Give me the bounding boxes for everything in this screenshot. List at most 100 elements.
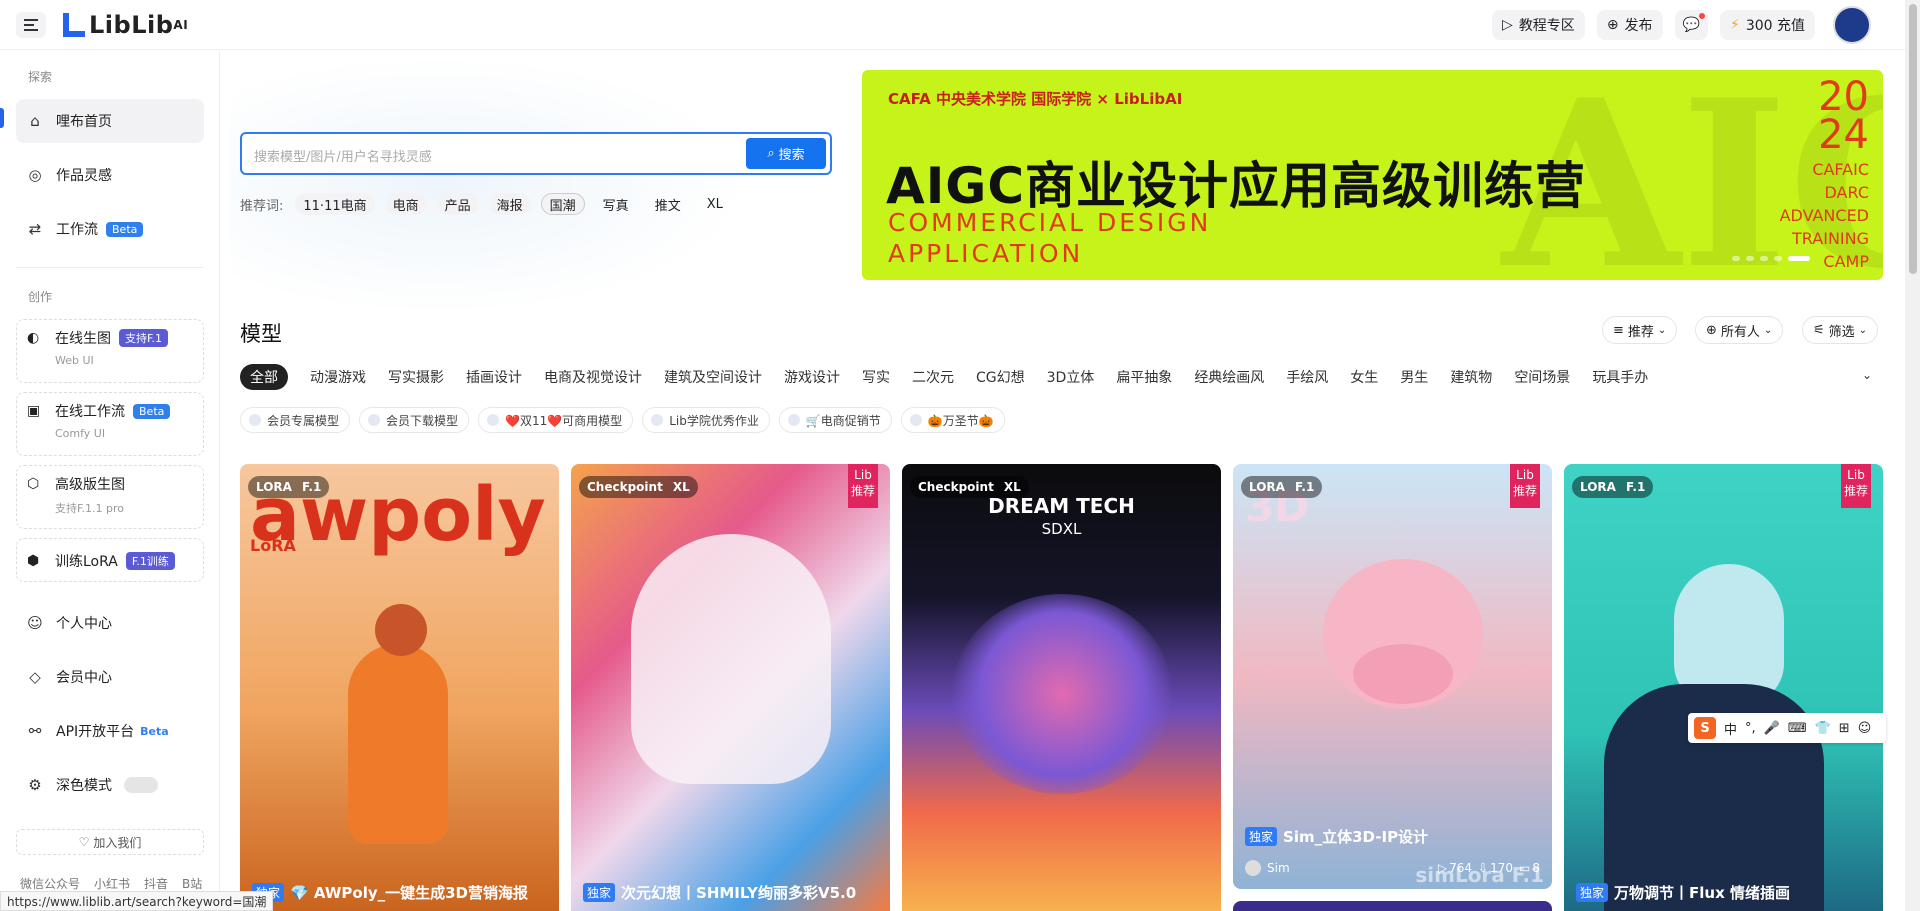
rec-word[interactable]: 国潮 [540,193,585,215]
card-badge: Beta [133,403,171,419]
ime-toolbar[interactable]: S 中 °, 🎤 ⌨ 👕 ⊞ ☺ [1688,713,1886,743]
join-us-button[interactable]: ♡ 加入我们 [16,829,204,855]
tab-category[interactable]: 二次元 [912,367,954,387]
model-card[interactable]: awpoly LoRA LORAF.1 独家💎 AWPoly_一键生成3D营销海… [240,464,559,911]
tab-category[interactable]: 建筑物 [1450,367,1492,387]
rec-word[interactable]: 11·11电商 [295,193,375,215]
model-card-next[interactable] [1233,901,1552,911]
keyboard-icon[interactable]: ⌨ [1788,721,1807,736]
sidebar-item-workflow[interactable]: ⇄ 工作流 Beta [16,207,204,251]
tab-category[interactable]: 扁平抽象 [1116,367,1172,387]
scrollbar[interactable] [1905,0,1920,911]
tab-category[interactable]: 写实摄影 [388,367,444,387]
category-tabs: 全部 动漫游戏 写实摄影 插画设计 电商及视觉设计 建筑及空间设计 游戏设计 写… [240,364,1670,390]
carousel-dot[interactable] [1732,256,1740,261]
tab-category[interactable]: CG幻想 [976,367,1025,387]
footer-link-xiaohongshu[interactable]: 小红书 [94,875,130,892]
owner-dropdown[interactable]: ⊕ 所有人 ⌄ [1695,316,1784,344]
tab-category[interactable]: 游戏设计 [784,367,840,387]
model-card[interactable]: LORA F.1 Lib 推荐 独家 万物调节丨Flux 情绪插画 [1564,464,1883,911]
carousel-dot[interactable] [1760,256,1768,261]
rec-word[interactable]: 产品 [436,193,479,215]
message-button[interactable]: 💬 [1674,10,1708,40]
tab-category[interactable]: 男生 [1400,367,1428,387]
sidebar-item-dark-mode[interactable]: ⚙ 深色模式 [16,763,204,807]
footer-link-wechat[interactable]: 微信公众号 [20,875,80,892]
sidebar-card-train-lora[interactable]: ⬢ 训练LoRA F.1训练 [16,538,204,582]
carousel-dots[interactable] [1732,256,1810,261]
footer-link-bilibili[interactable]: B站 [182,875,202,892]
avatar[interactable] [1833,6,1871,44]
recharge-button[interactable]: ⚡ 300 充值 [1719,10,1815,40]
logo[interactable]: LibLib AI [63,10,188,40]
search-button[interactable]: ⌕ 搜索 [746,138,826,169]
sidebar-item-home[interactable]: ⌂ 哩布首页 [16,99,204,143]
tutorial-button[interactable]: ▷ 教程专区 [1492,10,1585,40]
tab-category[interactable]: 经典绘画风 [1194,367,1264,387]
tab-category[interactable]: 写实 [862,367,890,387]
sidebar-card-online-image[interactable]: ◐ 在线生图 支持F.1 Web UI [16,319,204,383]
microphone-icon[interactable]: 🎤 [1764,721,1780,736]
sidebar-item-member[interactable]: ◇ 会员中心 [16,655,204,699]
card-type: Checkpoint [587,480,663,494]
tab-category[interactable]: 动漫游戏 [310,367,366,387]
special-tag[interactable]: ❤️双11❤️可商用模型 [478,407,634,433]
promo-banner[interactable]: AIGC CAFA 中央美术学院 国际学院 × LibLibAI AIGC商业设… [862,70,1883,280]
tab-category[interactable]: 全部 [240,364,288,390]
carousel-dot-active[interactable] [1788,256,1810,261]
sort-dropdown[interactable]: ≡ 推荐 ⌄ [1602,316,1678,344]
dark-mode-toggle[interactable] [124,777,158,793]
owner-label: 所有人 [1720,324,1760,340]
footer-link-douyin[interactable]: 抖音 [144,875,168,892]
special-tag[interactable]: Lib学院优秀作业 [642,407,770,433]
grid-icon[interactable]: ⊞ [1839,721,1850,736]
filter-label: 筛选 [1828,324,1855,340]
carousel-dot[interactable] [1746,256,1754,261]
sidebar-item-api[interactable]: ⚯ API开放平台 Beta [16,709,204,753]
tab-category[interactable]: 玩具手办 [1592,367,1648,387]
sidebar-card-online-workflow[interactable]: ▣ 在线工作流 Beta Comfy UI [16,392,204,456]
special-tag[interactable]: 🛒电商促销节 [778,407,892,433]
emoji-icon[interactable]: ☺ [1858,721,1872,736]
tab-category[interactable]: 女生 [1350,367,1378,387]
rec-word[interactable]: 推文 [647,193,689,215]
rec-word[interactable]: 电商 [384,193,427,215]
sidebar-item-inspiration[interactable]: ◎ 作品灵感 [16,153,204,197]
special-tag[interactable]: 🎃万圣节🎃 [900,407,1005,433]
special-tag[interactable]: 会员下载模型 [359,407,470,433]
publish-button[interactable]: ⊕ 发布 [1596,10,1663,40]
author-name[interactable]: Sim [1267,861,1290,875]
rec-word[interactable]: XL [699,193,731,215]
model-card[interactable]: 3D LORA F.1 Lib 推荐 独家 Sim_立体3D-IP设计 simLor… [1233,464,1552,889]
tag-icon [487,414,500,426]
workflow-icon: ⇄ [28,220,42,238]
tab-category[interactable]: 插画设计 [466,367,522,387]
tab-category[interactable]: 手绘风 [1286,367,1328,387]
tab-category[interactable]: 空间场景 [1514,367,1570,387]
punctuation-icon[interactable]: °, [1745,721,1756,736]
skin-icon[interactable]: 👕 [1815,721,1831,736]
scrollbar-thumb[interactable] [1909,4,1917,274]
card-label: 高级版生图 [55,477,125,493]
tag-icon [249,414,261,426]
ime-language[interactable]: 中 [1724,719,1737,738]
search-input[interactable]: 搜索模型/图片/用户名寻找灵感 [254,146,432,165]
search-box[interactable]: 搜索模型/图片/用户名寻找灵感 ⌕ 搜索 [240,132,832,175]
expand-categories-icon[interactable]: ⌄ [1862,368,1872,382]
menu-icon[interactable] [16,12,46,38]
exclusive-badge: 独家 [1576,883,1609,902]
special-tag[interactable]: 会员专属模型 [240,407,351,433]
tab-category[interactable]: 3D立体 [1047,367,1095,387]
tab-category[interactable]: 电商及视觉设计 [544,367,642,387]
carousel-dot[interactable] [1774,256,1782,261]
rec-word[interactable]: 写真 [595,193,637,215]
rec-word[interactable]: 海报 [488,193,531,215]
ime-logo-icon[interactable]: S [1694,717,1716,739]
model-card[interactable]: DREAM TECH SDXL Checkpoint XL [902,464,1221,911]
sidebar-item-personal[interactable]: ☺ 个人中心 [16,601,204,645]
sidebar-card-advanced-image[interactable]: ⬡ 高级版生图 支持F.1.1 pro [16,465,204,529]
model-card[interactable]: Checkpoint XL Lib 推荐 独家 次元幻想丨SHMILY绚丽多彩V5.… [571,464,890,911]
card-label: 在线生图 [55,331,111,347]
tab-category[interactable]: 建筑及空间设计 [664,367,762,387]
filter-dropdown[interactable]: ⚟ 筛选 ⌄ [1802,316,1879,344]
